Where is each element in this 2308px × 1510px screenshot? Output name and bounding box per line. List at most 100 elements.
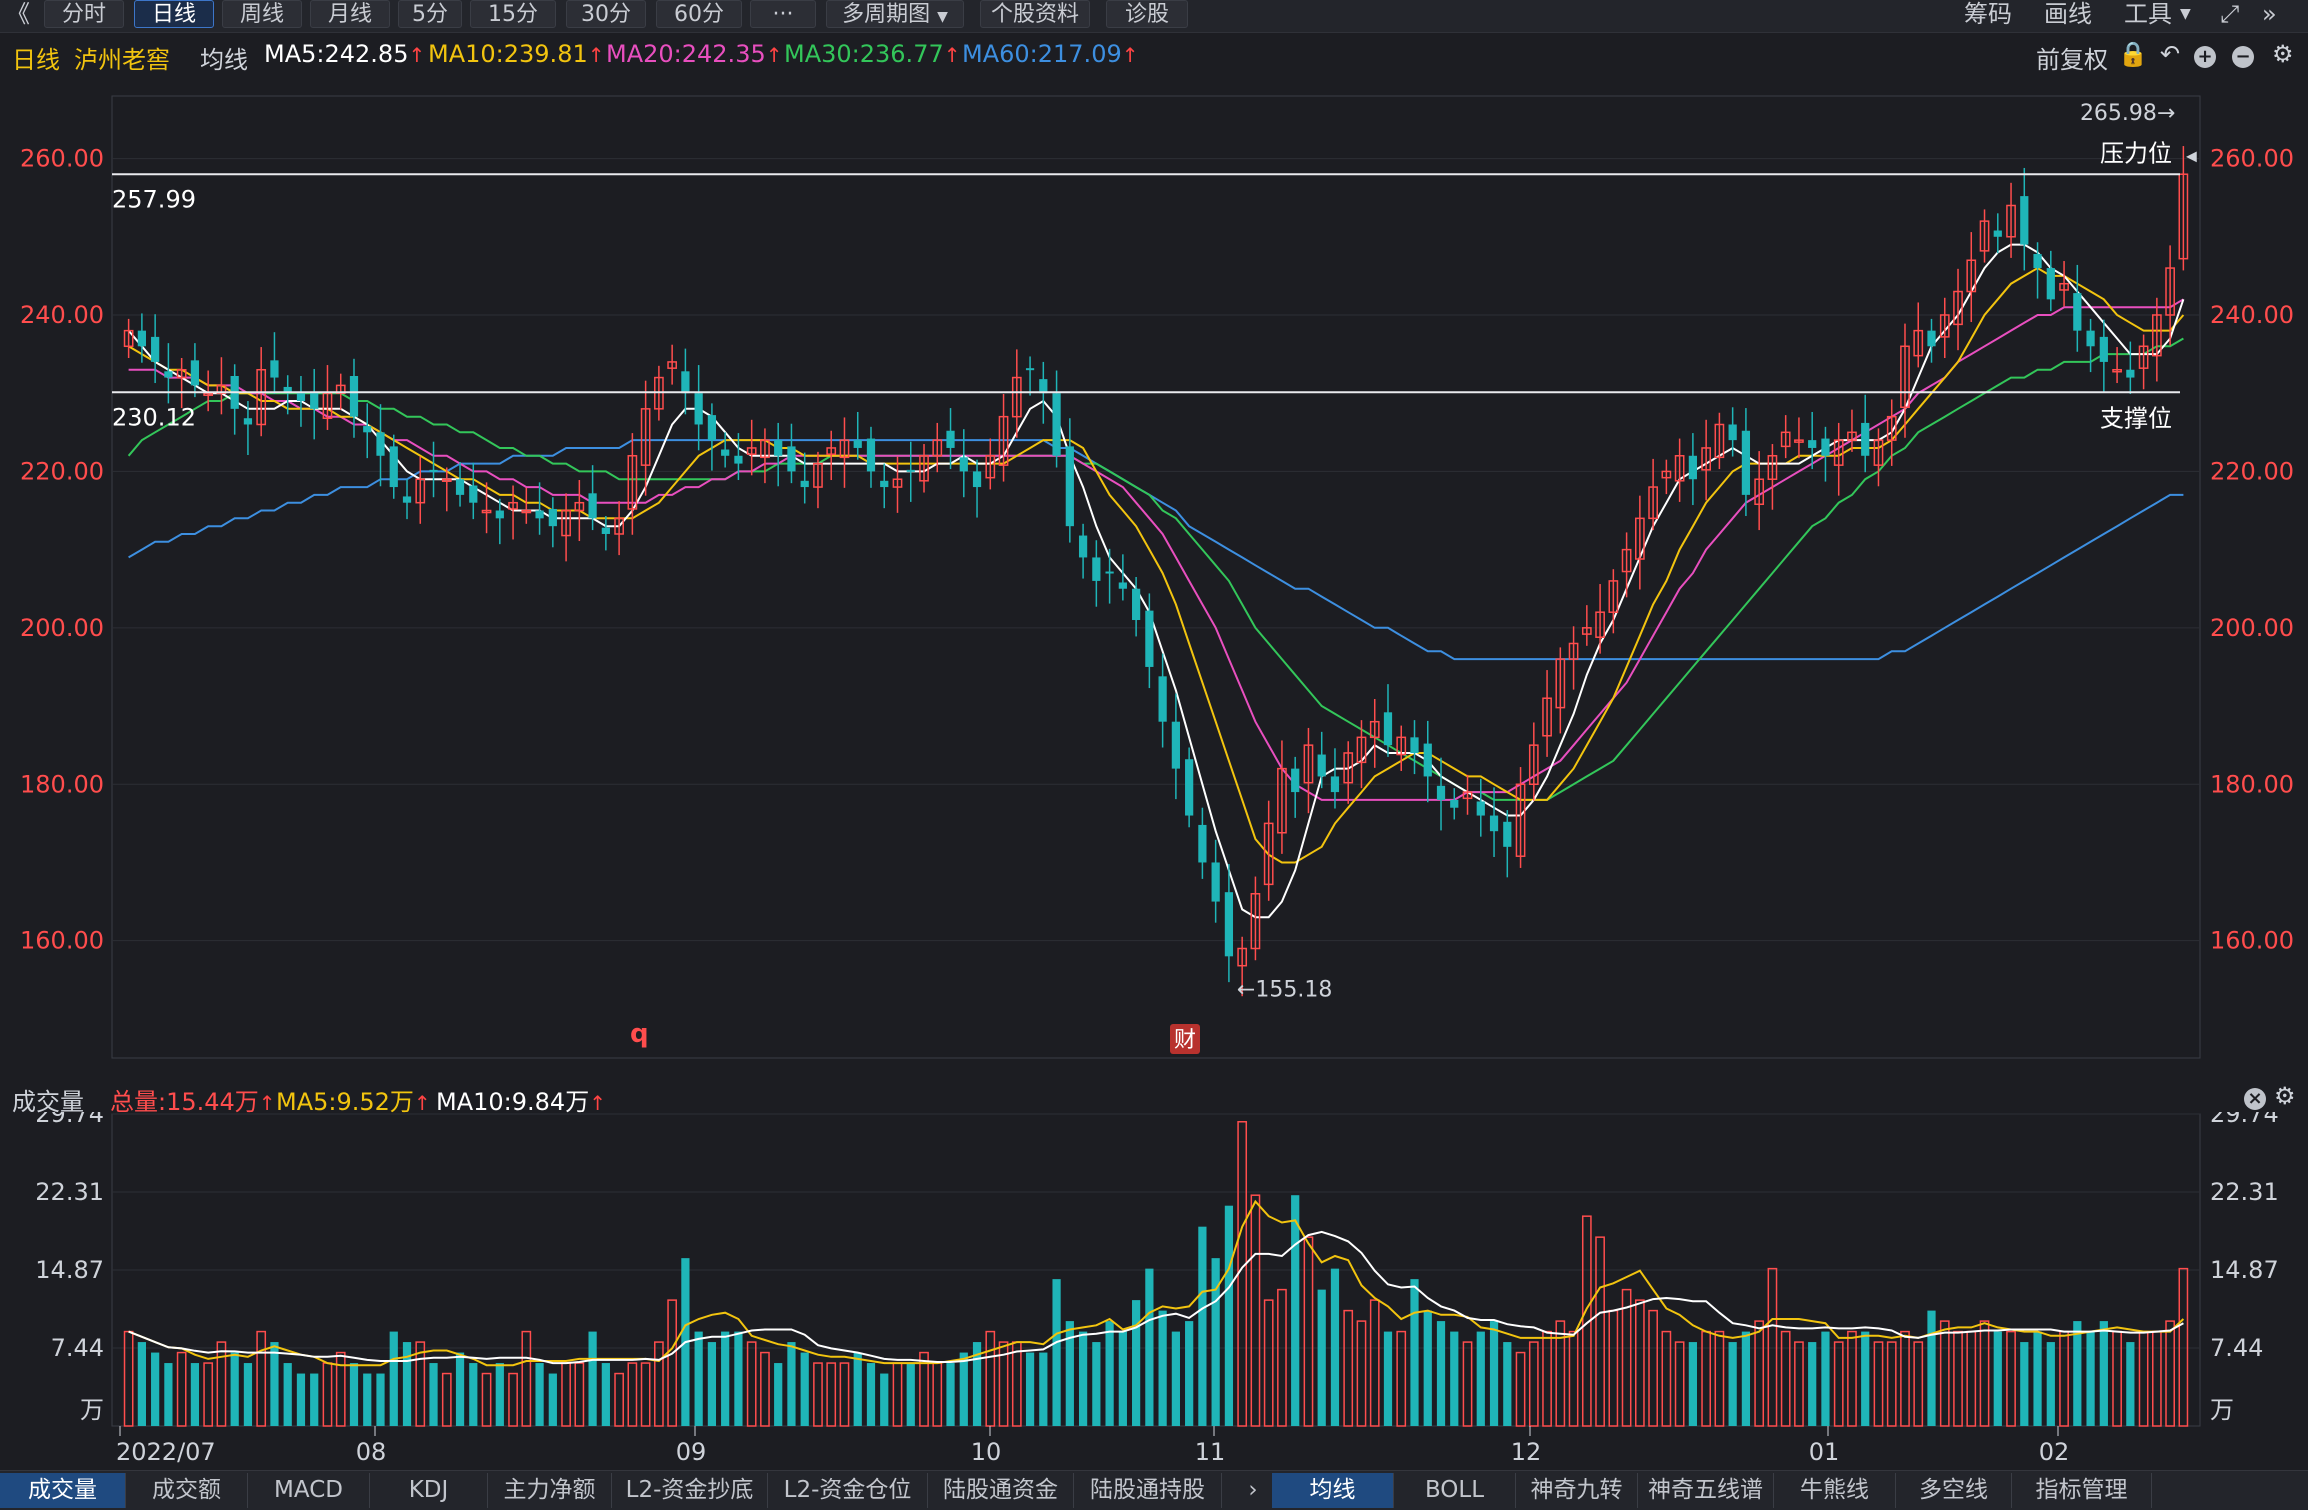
volume-bar-down — [2126, 1342, 2135, 1426]
resistance-label: 压力位 — [2100, 139, 2172, 167]
financial-report-marker: 财 — [1174, 1028, 1196, 1053]
volume-bar-up — [481, 1372, 492, 1427]
chevron-right-icon[interactable]: › — [1238, 1473, 1268, 1508]
volume-bar-up — [216, 1341, 227, 1427]
up-arrow-icon: ↑ — [589, 1091, 606, 1115]
volume-bar-down — [707, 1342, 717, 1426]
close-icon[interactable]: × — [2244, 1082, 2266, 1110]
volume-settings-gear-icon[interactable]: ⚙ — [2274, 1082, 2296, 1110]
candle-body-down — [270, 360, 279, 378]
volume-bar-down — [243, 1363, 253, 1426]
overlay-tab-6[interactable]: 指标管理 — [2012, 1473, 2152, 1508]
candle-body-down — [1092, 557, 1101, 581]
indicator-tab-2[interactable]: MACD — [248, 1473, 370, 1508]
support-label: 支撑位 — [2100, 404, 2172, 432]
volume-bar-down — [880, 1373, 889, 1426]
indicator-tab-5[interactable]: L2-资金抄底 — [612, 1473, 768, 1508]
volume-bar-up — [1754, 1320, 1765, 1427]
candle-body-down — [2020, 196, 2029, 245]
overlay-tab-3[interactable]: 神奇五线谱 — [1638, 1473, 1774, 1508]
volume-bar-up — [1343, 1309, 1354, 1427]
indicator-tab-4[interactable]: 主力净额 — [488, 1473, 612, 1508]
candle-body-down — [1503, 821, 1512, 847]
candle-body-down — [1476, 801, 1485, 816]
candle-body-down — [588, 493, 597, 519]
overlay-tab-1[interactable]: BOLL — [1394, 1473, 1516, 1508]
candle-body-down — [469, 485, 478, 503]
candle-body-down — [1052, 393, 1061, 456]
volume-ma5-line — [128, 1199, 2185, 1367]
volume-bar-down — [1503, 1342, 1512, 1426]
volume-bar-down — [1078, 1331, 1088, 1426]
volume-label[interactable]: 成交量 — [12, 1082, 84, 1117]
overlay-tab-4[interactable]: 牛熊线 — [1774, 1473, 1896, 1508]
volume-ma10-line — [128, 1230, 2184, 1365]
candle-body-down — [959, 457, 968, 472]
volume-bar-down — [588, 1331, 597, 1426]
volume-bar-down — [230, 1352, 239, 1426]
volume-bar-down — [151, 1352, 160, 1426]
volume-bar-up — [813, 1362, 823, 1427]
volume-bar-down — [853, 1352, 862, 1426]
volume-bar-down — [402, 1342, 412, 1426]
candle-body-down — [2073, 293, 2082, 331]
volume-bar-down — [1436, 1321, 1446, 1426]
ma30-line — [127, 337, 2184, 801]
kline-chart[interactable]: 260.00 240.00 220.00 200.00 180.00 160.00 260… — [0, 0, 2308, 1470]
volume-bar-up — [932, 1362, 943, 1427]
candle-body-down — [1423, 743, 1432, 777]
volume-bar-up — [892, 1362, 903, 1427]
volume-bar-up — [508, 1372, 518, 1427]
candle-body-down — [1808, 440, 1817, 448]
volume-bar-up — [123, 1330, 134, 1427]
volume-bar-up — [203, 1362, 214, 1427]
volume-bar-up — [1939, 1320, 1950, 1427]
volume-bar-down — [1025, 1352, 1035, 1426]
volume-bar-up — [985, 1330, 996, 1427]
indicator-tab-7[interactable]: 陆股通资金 — [928, 1473, 1074, 1508]
overlay-tab-0[interactable]: 均线 — [1272, 1473, 1394, 1508]
date-tick-label: 01 — [1809, 1438, 1840, 1466]
candle-body-down — [1145, 610, 1154, 667]
volume-bar-down — [2020, 1342, 2029, 1426]
volume-bar-down — [1383, 1331, 1393, 1426]
volume-bar-down — [774, 1363, 783, 1426]
support-resistance-lines[interactable]: 257.99 230.12 压力位支撑位 ◀ — [112, 139, 2197, 432]
volume-bar-up — [1913, 1341, 1924, 1427]
volume-bar-up — [1595, 1236, 1605, 1427]
overlay-tab-2[interactable]: 神奇九转 — [1516, 1473, 1638, 1508]
candle-body-down — [866, 438, 876, 472]
overlay-tab-5[interactable]: 多空线 — [1896, 1473, 2012, 1508]
candle-body-down — [2086, 330, 2095, 347]
indicator-tab-1[interactable]: 成交额 — [126, 1473, 248, 1508]
date-tick-label: 10 — [971, 1438, 1002, 1466]
volume-bar-up — [2178, 1267, 2189, 1427]
indicator-tab-0[interactable]: 成交量 — [0, 1473, 126, 1508]
volume-bar-down — [959, 1352, 968, 1426]
indicator-tab-8[interactable]: 陆股通持股 — [1074, 1473, 1222, 1508]
candle-body-down — [1211, 862, 1220, 902]
volume-bar-down — [1476, 1331, 1485, 1426]
volume-bar-down — [1105, 1321, 1114, 1426]
candle-body-down — [2126, 369, 2135, 378]
volume-bar-down — [535, 1363, 544, 1426]
indicator-tab-6[interactable]: L2-资金仓位 — [768, 1473, 928, 1508]
date-tick-label: 02 — [2039, 1438, 2070, 1466]
volume-bar-up — [1237, 1121, 1248, 1427]
volume-grid — [112, 1113, 2200, 1349]
volume-bar-down — [1158, 1310, 1167, 1426]
volume-bar-down — [1118, 1331, 1127, 1426]
candle-body-down — [455, 479, 465, 495]
volume-bar-up — [1515, 1351, 1526, 1427]
volume-unit-left: 万 — [80, 1396, 104, 1424]
price-axis-right: 260.00 240.00 220.00 200.00 180.00 160.00 — [2210, 145, 2294, 955]
volume-bar-up — [256, 1330, 267, 1427]
volume-bar-up — [839, 1362, 850, 1427]
candle-body-down — [601, 527, 610, 534]
volume-bar-down — [164, 1363, 173, 1426]
indicator-tab-3[interactable]: KDJ — [370, 1473, 488, 1508]
volume-bar-down — [1450, 1331, 1459, 1426]
candle-body-down — [1118, 582, 1127, 589]
price-axis-left: 260.00 240.00 220.00 200.00 180.00 160.00 — [20, 145, 104, 955]
candle-body-down — [535, 510, 544, 519]
